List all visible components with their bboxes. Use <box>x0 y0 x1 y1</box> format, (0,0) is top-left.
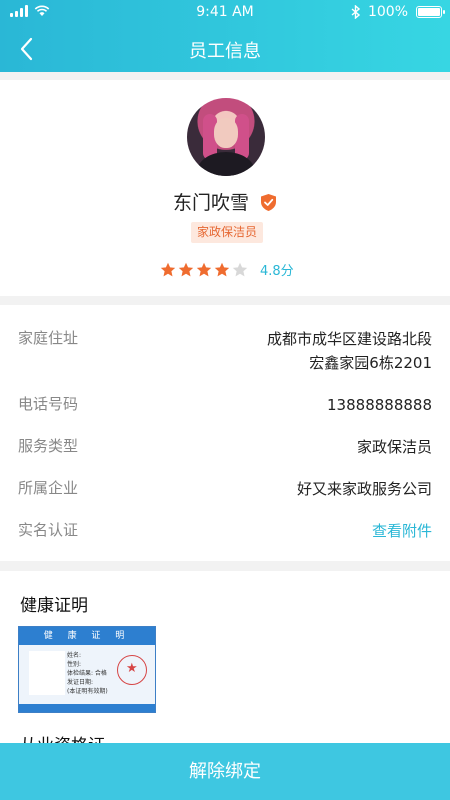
company-value: 好又来家政服务公司 <box>296 480 432 498</box>
address-line1: 成都市成华区建设路北段 <box>266 330 432 348</box>
address-label: 家庭住址 <box>18 329 79 347</box>
star-empty-icon <box>232 262 248 276</box>
service-value: 家政保洁员 <box>356 438 432 456</box>
profile-card: 东门吹雪 家政保洁员 4.8分 <box>0 80 450 296</box>
card-footer <box>19 704 155 712</box>
address-line2: 宏鑫家园6栋2201 <box>309 354 432 372</box>
unbind-button[interactable]: 解除绑定 <box>0 743 450 800</box>
card-title: 健 康 证 明 <box>19 627 155 645</box>
phone-label: 电话号码 <box>18 395 79 413</box>
page-title: 员工信息 <box>189 41 261 62</box>
star-filled-icon <box>214 262 230 276</box>
card-lines: 姓名: 性别: 体检结果: 合格 发证日期: (本证明有效期) <box>67 651 108 696</box>
company-label: 所属企业 <box>18 479 79 497</box>
star-filled-icon <box>196 262 212 276</box>
employee-info-list: 家庭住址 成都市成华区建设路北段 宏鑫家园6栋2201 电话号码 1388888… <box>0 305 450 561</box>
card-line: 姓名: <box>67 652 82 659</box>
rating-score: 4.8分 <box>260 264 294 279</box>
rating: 4.8分 <box>160 260 294 279</box>
phone-value: 13888888888 <box>327 396 432 414</box>
card-line: (本证明有效期) <box>67 688 108 695</box>
health-cert-image[interactable]: 健 康 证 明 姓名: 性别: 体检结果: 合格 发证日期: (本证明有效期) <box>18 626 156 713</box>
card-photo <box>29 651 65 695</box>
avatar <box>187 98 265 176</box>
role-badge: 家政保洁员 <box>191 222 264 243</box>
verified-shield-icon <box>261 194 277 211</box>
realname-label: 实名认证 <box>18 521 79 539</box>
card-line: 性别: <box>67 661 82 668</box>
battery-icon <box>416 6 445 18</box>
stamp-icon <box>117 655 147 685</box>
employee-name: 东门吹雪 <box>172 192 249 214</box>
star-filled-icon <box>178 262 194 276</box>
star-filled-icon <box>160 262 176 276</box>
service-label: 服务类型 <box>18 437 79 455</box>
bluetooth-icon <box>351 5 360 19</box>
view-attachment-link[interactable]: 查看附件 <box>372 519 432 543</box>
card-line: 发证日期: <box>67 679 94 686</box>
battery-percent: 100% <box>367 4 408 20</box>
name-row: 东门吹雪 <box>0 188 450 215</box>
health-cert-title: 健康证明 <box>20 596 88 616</box>
card-line: 体检结果: 合格 <box>67 670 107 677</box>
header-bar: 9:41 AM 100% 员工信息 <box>0 0 450 72</box>
address-value: 成都市成华区建设路北段 宏鑫家园6栋2201 <box>267 327 432 375</box>
status-bar: 9:41 AM 100% <box>0 0 450 26</box>
